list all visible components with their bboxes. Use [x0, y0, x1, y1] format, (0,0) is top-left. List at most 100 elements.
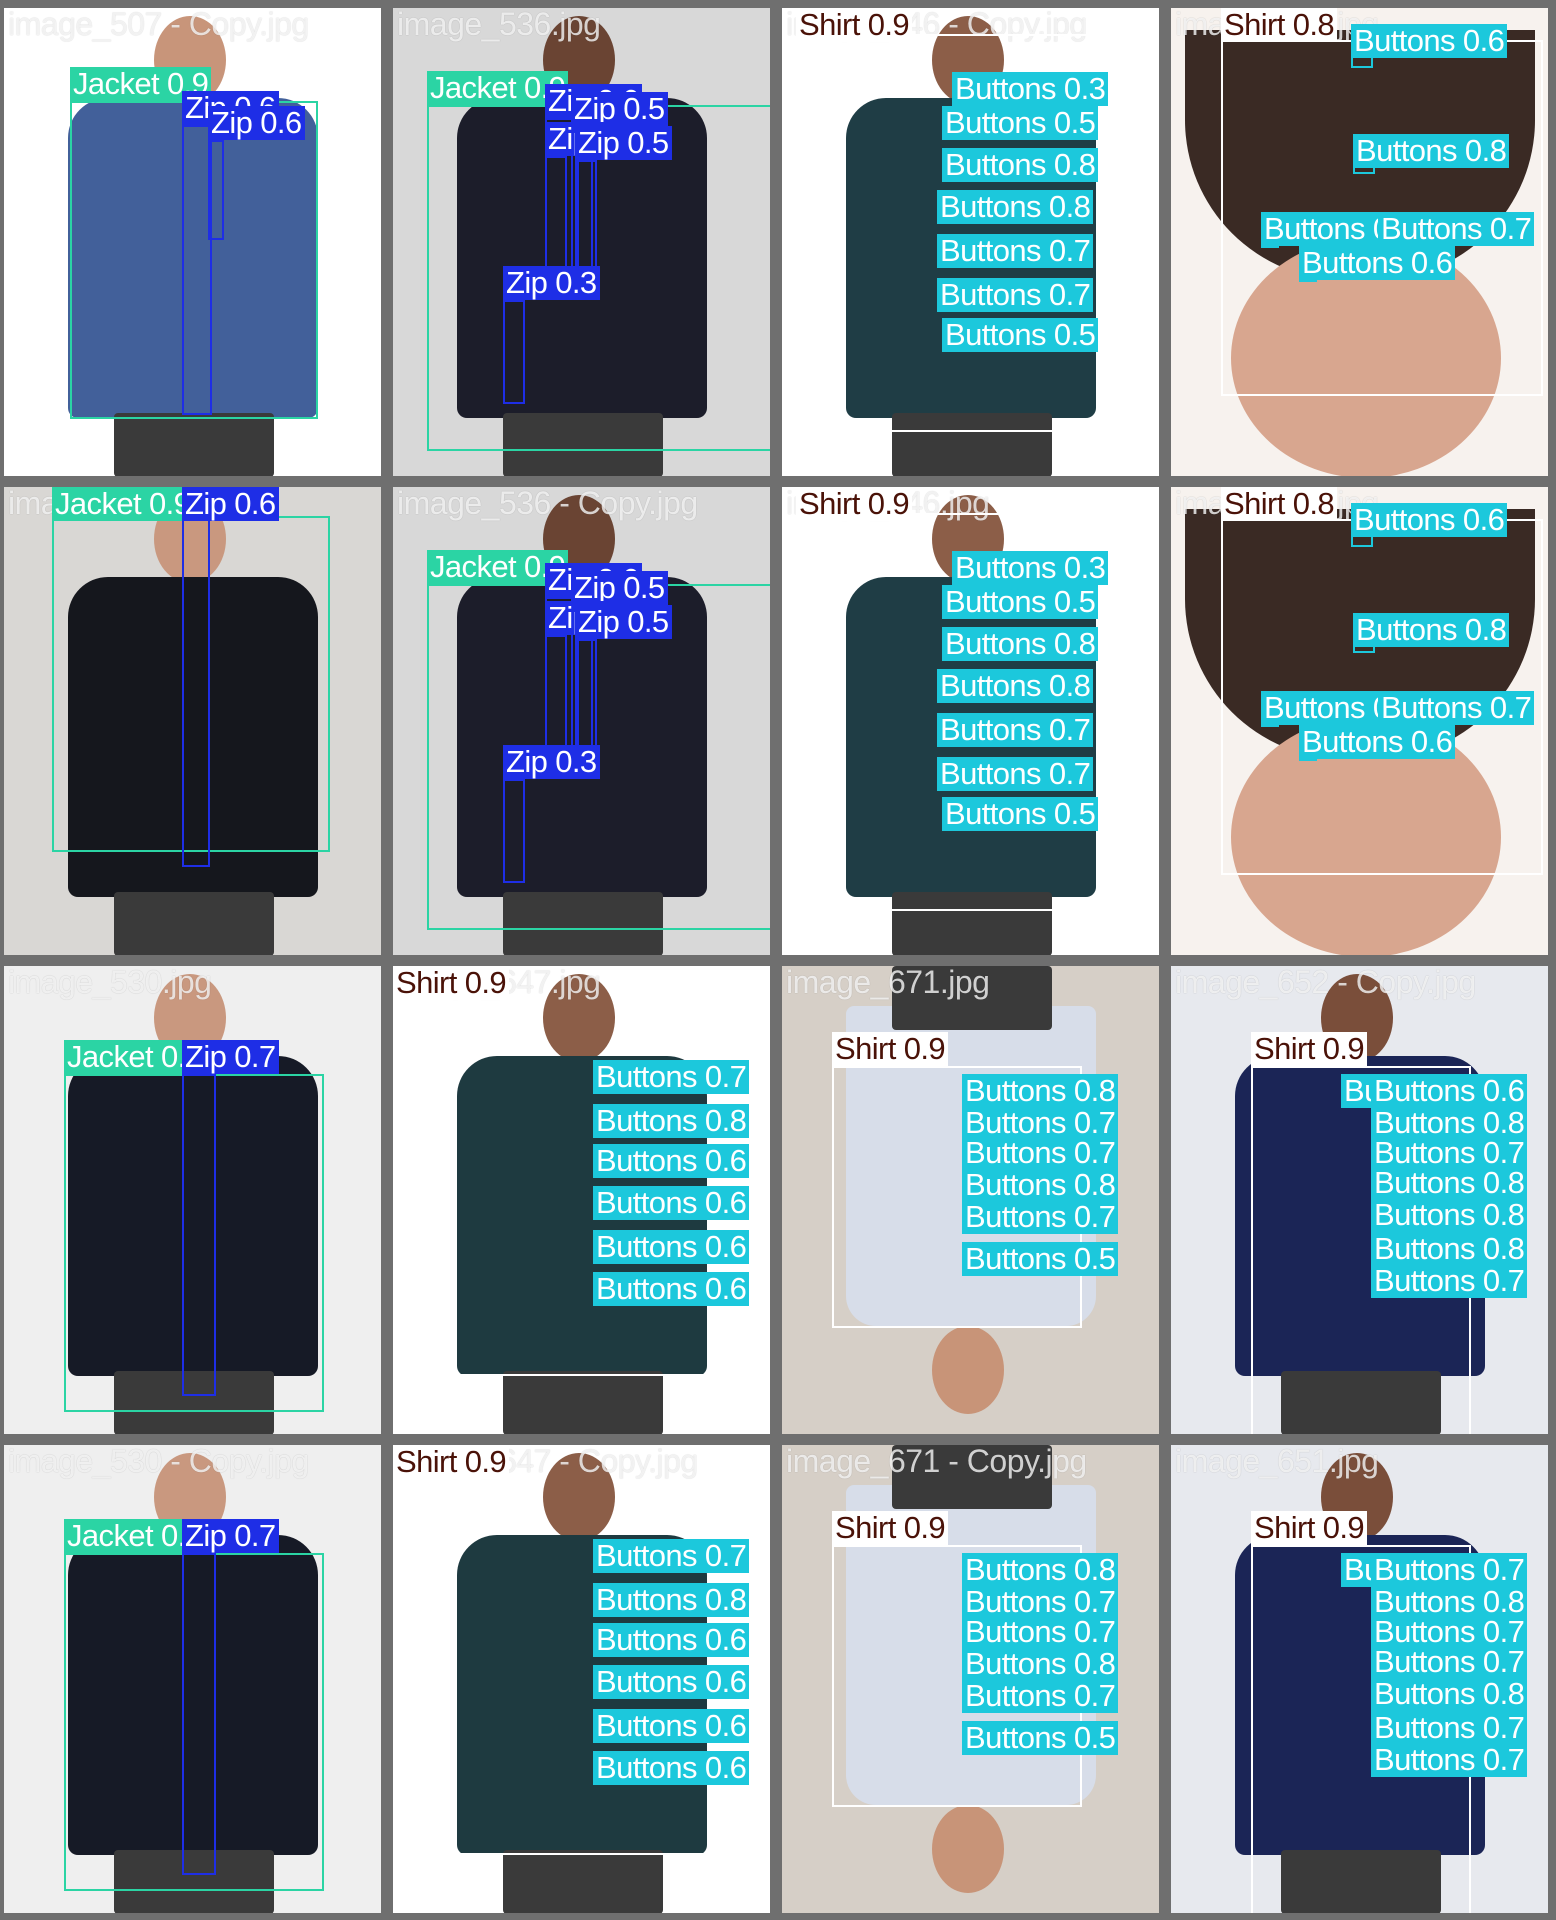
buttons-detection-label: Buttons 0.5	[942, 797, 1099, 831]
result-tile: image_536 - Copy.jpgJacket 0.9Zip 0.6Zip…	[393, 487, 770, 955]
buttons-detection-label: Buttons 0.8	[962, 1074, 1119, 1108]
buttons-detection-label: Buttons 0.5	[962, 1721, 1119, 1755]
buttons-detection-label: Buttons 0.8	[962, 1168, 1119, 1202]
result-tile: image_671 - Copy.jpg Shirt 0.9 Buttons 0.8…	[782, 1445, 1159, 1913]
zip-bounding-box[interactable]	[575, 639, 597, 749]
trousers-shape	[114, 892, 274, 955]
buttons-detection-label: Buttons 0.7	[1371, 1743, 1528, 1777]
zip-detection-label: Zip 0.5	[575, 605, 672, 639]
result-tile: image_647 - Copy.jpg Shirt 0.9 Buttons 0.7…	[393, 1445, 770, 1913]
buttons-detection-label: Buttons 0.8	[937, 669, 1094, 703]
buttons-detection-label: Buttons 0.7	[593, 1060, 750, 1094]
buttons-detection-label: Buttons 0.7	[962, 1200, 1119, 1234]
zip-bounding-box[interactable]	[575, 160, 597, 270]
buttons-detection-label: Buttons 0.7	[1371, 1553, 1528, 1587]
buttons-detection-label: Buttons 0.7	[1371, 1711, 1528, 1745]
zip-detection-label: Zip 0.5	[575, 126, 672, 160]
buttons-detection-label: Buttons 0.6	[593, 1230, 750, 1264]
zip-bounding-box[interactable]	[503, 300, 525, 404]
shirt-detection-label: Shirt 0.9	[796, 487, 913, 521]
buttons-detection-label: Buttons 0.8	[1353, 134, 1510, 168]
buttons-detection-label: Buttons 0.8	[1371, 1198, 1528, 1232]
shirt-detection-label: Shirt 0.8	[1221, 487, 1338, 521]
image-filename: image_536 - Copy.jpg	[397, 487, 698, 521]
buttons-detection-label: Buttons 0.6	[593, 1665, 750, 1699]
buttons-detection-label: Buttons 0.6	[593, 1751, 750, 1785]
shirt-detection-label: Shirt 0.9	[1251, 1511, 1368, 1545]
zip-detection-label: Zip 0.6	[208, 106, 305, 140]
buttons-detection-label: Buttons 0.6	[593, 1623, 750, 1657]
result-tile: image_530.jpgJacket 0.9Zip 0.6	[4, 487, 381, 955]
result-tile: image_652 - Copy.jpg Shirt 0.9 Buttons 0.7…	[1171, 966, 1548, 1434]
buttons-detection-label: Buttons 0.7	[962, 1679, 1119, 1713]
zip-bounding-box[interactable]	[182, 1553, 216, 1875]
shirt-detection-label: Shirt 0.9	[393, 1445, 510, 1479]
buttons-detection-label: Buttons 0.8	[1353, 613, 1510, 647]
image-filename: image_671.jpg	[786, 966, 990, 1000]
buttons-detection-label: Buttons 0.5	[962, 1242, 1119, 1276]
model-head	[932, 1326, 1004, 1414]
buttons-detection-label: Buttons 0.8	[942, 148, 1099, 182]
zip-detection-label: Zip 0.7	[182, 1040, 279, 1074]
zip-bounding-box[interactable]	[545, 635, 567, 755]
buttons-detection-label: Buttons 0.7	[593, 1539, 750, 1573]
buttons-detection-label: Buttons 0.6	[1299, 246, 1456, 280]
zip-bounding-box[interactable]	[182, 1074, 216, 1396]
zip-bounding-box[interactable]	[182, 515, 210, 867]
buttons-detection-label: Buttons 0.8	[1371, 1677, 1528, 1711]
buttons-detection-label: Buttons 0.6	[1299, 725, 1456, 759]
buttons-detection-label: Buttons 0.7	[1371, 1645, 1528, 1679]
image-filename: image_530.jpg	[8, 966, 212, 1000]
detection-results-grid: image_507 - Copy.jpgJacket 0.9Zip 0.6Zip…	[0, 0, 1556, 1920]
zip-bounding-box[interactable]	[208, 140, 224, 240]
zip-bounding-box[interactable]	[503, 779, 525, 883]
shirt-detection-label: Shirt 0.9	[832, 1511, 949, 1545]
buttons-detection-label: Buttons 0.7	[1378, 212, 1535, 246]
buttons-detection-label: Buttons 0.6	[1351, 503, 1508, 537]
image-filename: image_651.jpg	[1175, 1445, 1379, 1479]
buttons-detection-label: Buttons 0.8	[937, 190, 1094, 224]
model-head	[932, 1805, 1004, 1893]
trousers-shape	[114, 413, 274, 476]
buttons-detection-label: Buttons 0.6	[593, 1709, 750, 1743]
shirt-detection-label: Shirt 0.9	[1251, 1032, 1368, 1066]
buttons-detection-label: Buttons 0.8	[962, 1647, 1119, 1681]
image-filename: image_507 - Copy.jpg	[8, 8, 309, 42]
shirt-detection-label: Shirt 0.9	[393, 966, 510, 1000]
buttons-detection-label: Buttons 0.7	[937, 757, 1094, 791]
shirt-detection-label: Shirt 0.9	[832, 1032, 949, 1066]
buttons-detection-label: Buttons 0.7	[962, 1615, 1119, 1649]
trousers-shape	[503, 1850, 663, 1913]
result-tile: image_675.jpgShirt 0.8Buttons 0.6Buttons…	[1171, 8, 1548, 476]
buttons-detection-label: Buttons 0.6	[593, 1272, 750, 1306]
buttons-detection-label: Buttons 0.8	[1371, 1166, 1528, 1200]
image-filename: image_671 - Copy.jpg	[786, 1445, 1087, 1479]
result-tile: image_647.jpgShirt 0.9Buttons 0.7Buttons…	[393, 966, 770, 1434]
result-tile: image_530 - Copy.jpg Jacket 0.9 Zip 0.7	[4, 1445, 381, 1913]
image-filename: image_530 - Copy.jpg	[8, 1445, 309, 1479]
buttons-detection-label: Buttons 0.5	[942, 318, 1099, 352]
zip-bounding-box[interactable]	[545, 156, 567, 276]
buttons-detection-label: Buttons 0.8	[593, 1583, 750, 1617]
buttons-detection-label: Buttons 0.8	[593, 1104, 750, 1138]
result-tile: image_675.jpgShirt 0.8Buttons 0.6Buttons…	[1171, 487, 1548, 955]
zip-detection-label: Zip 0.7	[182, 1519, 279, 1553]
image-filename: image_652 - Copy.jpg	[1175, 966, 1476, 1000]
buttons-detection-label: Buttons 0.7	[937, 234, 1094, 268]
result-tile: image_646 - Copy.jpg Shirt 0.9 Buttons 0.3…	[782, 8, 1159, 476]
result-tile: image_536.jpgJacket 0.9Zip 0.6Zip 0.5Zip…	[393, 8, 770, 476]
buttons-detection-label: Buttons 0.7	[962, 1136, 1119, 1170]
result-tile: image_651.jpg Shirt 0.9 Buttons 0.7 Buttons…	[1171, 1445, 1548, 1913]
result-tile: image_507 - Copy.jpgJacket 0.9Zip 0.6Zip…	[4, 8, 381, 476]
result-tile: image_646.jpgShirt 0.9Buttons 0.3Buttons…	[782, 487, 1159, 955]
buttons-detection-label: Buttons 0.3	[952, 72, 1109, 106]
zip-detection-label: Zip 0.3	[503, 745, 600, 779]
buttons-detection-label: Buttons 0.6	[593, 1144, 750, 1178]
buttons-detection-label: Buttons 0.8	[1371, 1232, 1528, 1266]
buttons-detection-label: Buttons 0.6	[593, 1186, 750, 1220]
zip-detection-label: Zip 0.3	[503, 266, 600, 300]
result-tile: image_530.jpg Jacket 0.9 Zip 0.7	[4, 966, 381, 1434]
buttons-detection-label: Buttons 0.8	[942, 627, 1099, 661]
buttons-detection-label: Buttons 0.7	[937, 713, 1094, 747]
shirt-detection-label: Shirt 0.8	[1221, 8, 1338, 42]
